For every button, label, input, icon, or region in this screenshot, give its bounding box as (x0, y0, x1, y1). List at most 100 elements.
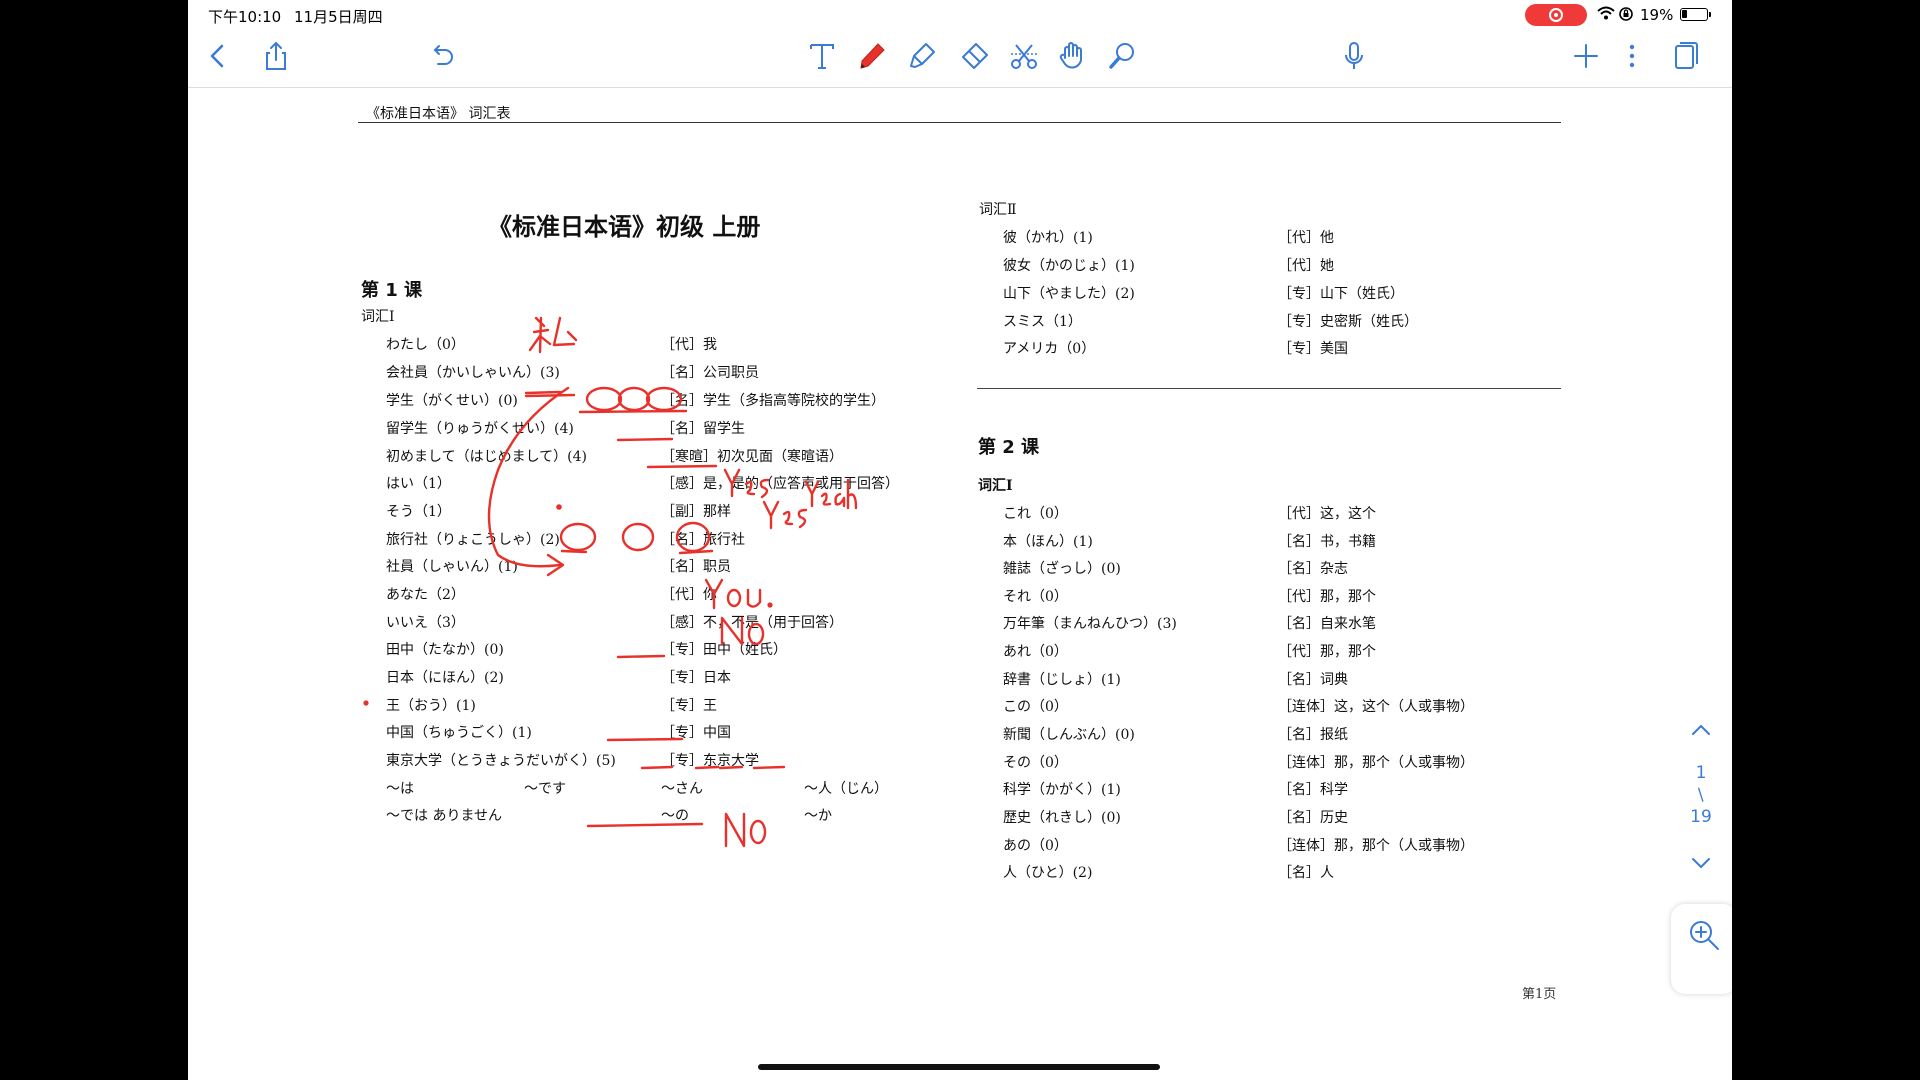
vocab-word: わたし（0） (386, 337, 465, 353)
vocab-meaning: ［专］王 (661, 698, 717, 714)
magnifier-tool-icon[interactable] (1104, 38, 1140, 74)
header-divider (358, 122, 1561, 123)
vocab-word: アメリカ（0） (1003, 341, 1096, 357)
vocab-meaning: ［专］山下（姓氏） (1278, 286, 1404, 302)
record-icon (1549, 8, 1563, 22)
vocab-word: 日本（にほん）(2) (386, 670, 504, 686)
affix: ～の (661, 808, 689, 824)
vocab-word: 歴史（れきし）(0) (1003, 810, 1121, 826)
vocab-word: あれ（0） (1003, 644, 1068, 660)
battery-icon (1680, 8, 1711, 21)
notes-app-screen: 下午10:10 11月5日周四 19% 《标准日本语》 词汇表 《标准日本语》初… (188, 0, 1732, 1080)
vocab-meaning: ［代］她 (1278, 258, 1334, 274)
vocab-meaning: ［代］他 (1278, 230, 1334, 246)
affix: ～さん (661, 781, 703, 797)
lesson-1-heading: 第 1 课 (361, 280, 423, 301)
hand-tool-icon[interactable] (1054, 38, 1090, 74)
back-icon[interactable] (200, 38, 236, 74)
vocab-word: 科学（かがく）(1) (1003, 782, 1121, 798)
vocab-word: 王（おう）(1) (386, 698, 476, 714)
add-icon[interactable] (1568, 38, 1604, 74)
vocab-word: あなた（2） (386, 587, 465, 603)
lasso-scissors-icon[interactable] (1006, 38, 1042, 74)
vocab-meaning: ［专］史密斯（姓氏） (1278, 314, 1418, 330)
vocab-meaning: ［专］美国 (1278, 341, 1348, 357)
vocab-meaning: ［名］学生（多指高等院校的学生） (661, 393, 885, 409)
vocab-meaning: ［感］不，不是（用于回答） (661, 615, 843, 631)
vocab-word: あの（0） (1003, 838, 1068, 854)
vocab-word: そう（1） (386, 504, 451, 520)
more-icon[interactable] (1614, 38, 1650, 74)
vocab-meaning: ［代］这，这个 (1278, 506, 1376, 522)
screen-recording-indicator[interactable] (1525, 4, 1587, 26)
vocab-meaning: ［连体］那，那个（人或事物） (1278, 838, 1474, 854)
vocab-word: 田中（たなか）(0) (386, 642, 504, 658)
vocab-meaning: ［代］你 (661, 587, 717, 603)
highlighter-tool-icon[interactable] (904, 38, 940, 74)
vocab-meaning: ［名］旅行社 (661, 532, 745, 548)
vocab-word: その（0） (1003, 755, 1068, 771)
vocab-word: 留学生（りゅうがくせい）(4) (386, 421, 574, 437)
share-icon[interactable] (258, 38, 294, 74)
vocab-meaning: ［专］东京大学 (661, 753, 759, 769)
vocab-word: 万年筆（まんねんひつ）(3) (1003, 616, 1177, 632)
affix: ～では ありません (386, 808, 503, 824)
text-tool-icon[interactable] (804, 38, 840, 74)
vocab-meaning: ［名］留学生 (661, 421, 745, 437)
vocab-meaning: ［名］人 (1278, 865, 1334, 881)
affix: ～です (524, 781, 566, 797)
vocab-word: 彼女（かのじょ）(1) (1003, 258, 1135, 274)
vocab-word: 新聞（しんぶん）(0) (1003, 727, 1135, 743)
status-bar: 下午10:10 11月5日周四 19% (188, 0, 1732, 30)
affix: ～か (804, 808, 832, 824)
pages-icon[interactable] (1666, 38, 1702, 74)
document-title: 《标准日本语》初级 上册 (488, 213, 761, 241)
page-footer: 第1页 (1522, 987, 1557, 1002)
wifi-icon (1597, 6, 1615, 24)
affix: ～は (386, 781, 414, 797)
vocab-word: 旅行社（りょこうしゃ）(2) (386, 532, 560, 548)
eraser-tool-icon[interactable] (956, 38, 992, 74)
toolbar (188, 30, 1732, 88)
home-indicator[interactable] (758, 1064, 1160, 1070)
vocab-meaning: ［名］书，书籍 (1278, 534, 1376, 550)
vocab-word: 山下（やました）(2) (1003, 286, 1135, 302)
vocab-word: この（0） (1003, 699, 1068, 715)
document-page[interactable]: 《标准日本语》 词汇表 《标准日本语》初级 上册 第 1 课 词汇Ⅰ わたし（0… (188, 89, 1732, 1080)
vocab-word: 彼（かれ）(1) (1003, 230, 1093, 246)
status-time: 下午10:10 (208, 8, 282, 26)
vocab-word: 学生（がくせい）(0) (386, 393, 518, 409)
document-header: 《标准日本语》 词汇表 (366, 106, 511, 122)
vocab-meaning: ［名］公司职员 (661, 365, 759, 381)
page-indicator: 1 / 19 (1682, 762, 1720, 828)
vocab-word: 会社員（かいしゃいん）(3) (386, 365, 560, 381)
page-down-button[interactable] (1686, 848, 1716, 878)
battery-percentage: 19% (1640, 6, 1674, 24)
zoom-in-icon (1690, 921, 1719, 950)
affix: ～人（じん） (804, 781, 888, 797)
vocab-2-heading: 词汇Ⅱ (979, 202, 1017, 218)
vocab-meaning: ［连体］这，这个（人或事物） (1278, 699, 1474, 715)
vocab-word: 東京大学（とうきょうだいがく）(5) (386, 753, 616, 769)
vocab-meaning: ［名］报纸 (1278, 727, 1348, 743)
vocab-word: スミス（1） (1003, 314, 1082, 330)
vocab-meaning: ［代］我 (661, 337, 717, 353)
vocab-meaning: ［名］历史 (1278, 810, 1348, 826)
vocab-meaning: ［名］词典 (1278, 672, 1348, 688)
page-up-button[interactable] (1686, 715, 1716, 745)
undo-icon[interactable] (424, 38, 460, 74)
vocab-meaning: ［专］日本 (661, 670, 731, 686)
vocab-word: 辞書（じしょ）(1) (1003, 672, 1121, 688)
vocab-word: それ（0） (1003, 589, 1068, 605)
vocab-word: いいえ（3） (386, 615, 465, 631)
vocab-word: これ（0） (1003, 506, 1068, 522)
vocab-word: はい（1） (386, 476, 451, 492)
vocab-meaning: ［名］杂志 (1278, 561, 1348, 577)
zoom-in-button[interactable] (1671, 904, 1732, 994)
microphone-icon[interactable] (1336, 38, 1372, 74)
vocab-word: 人（ひと）(2) (1003, 865, 1093, 881)
vocab-meaning: ［连体］那，那个（人或事物） (1278, 755, 1474, 771)
pen-tool-icon[interactable] (854, 38, 890, 74)
vocab-meaning: ［名］自来水笔 (1278, 616, 1376, 632)
vocab-meaning: ［专］田中（姓氏） (661, 642, 787, 658)
